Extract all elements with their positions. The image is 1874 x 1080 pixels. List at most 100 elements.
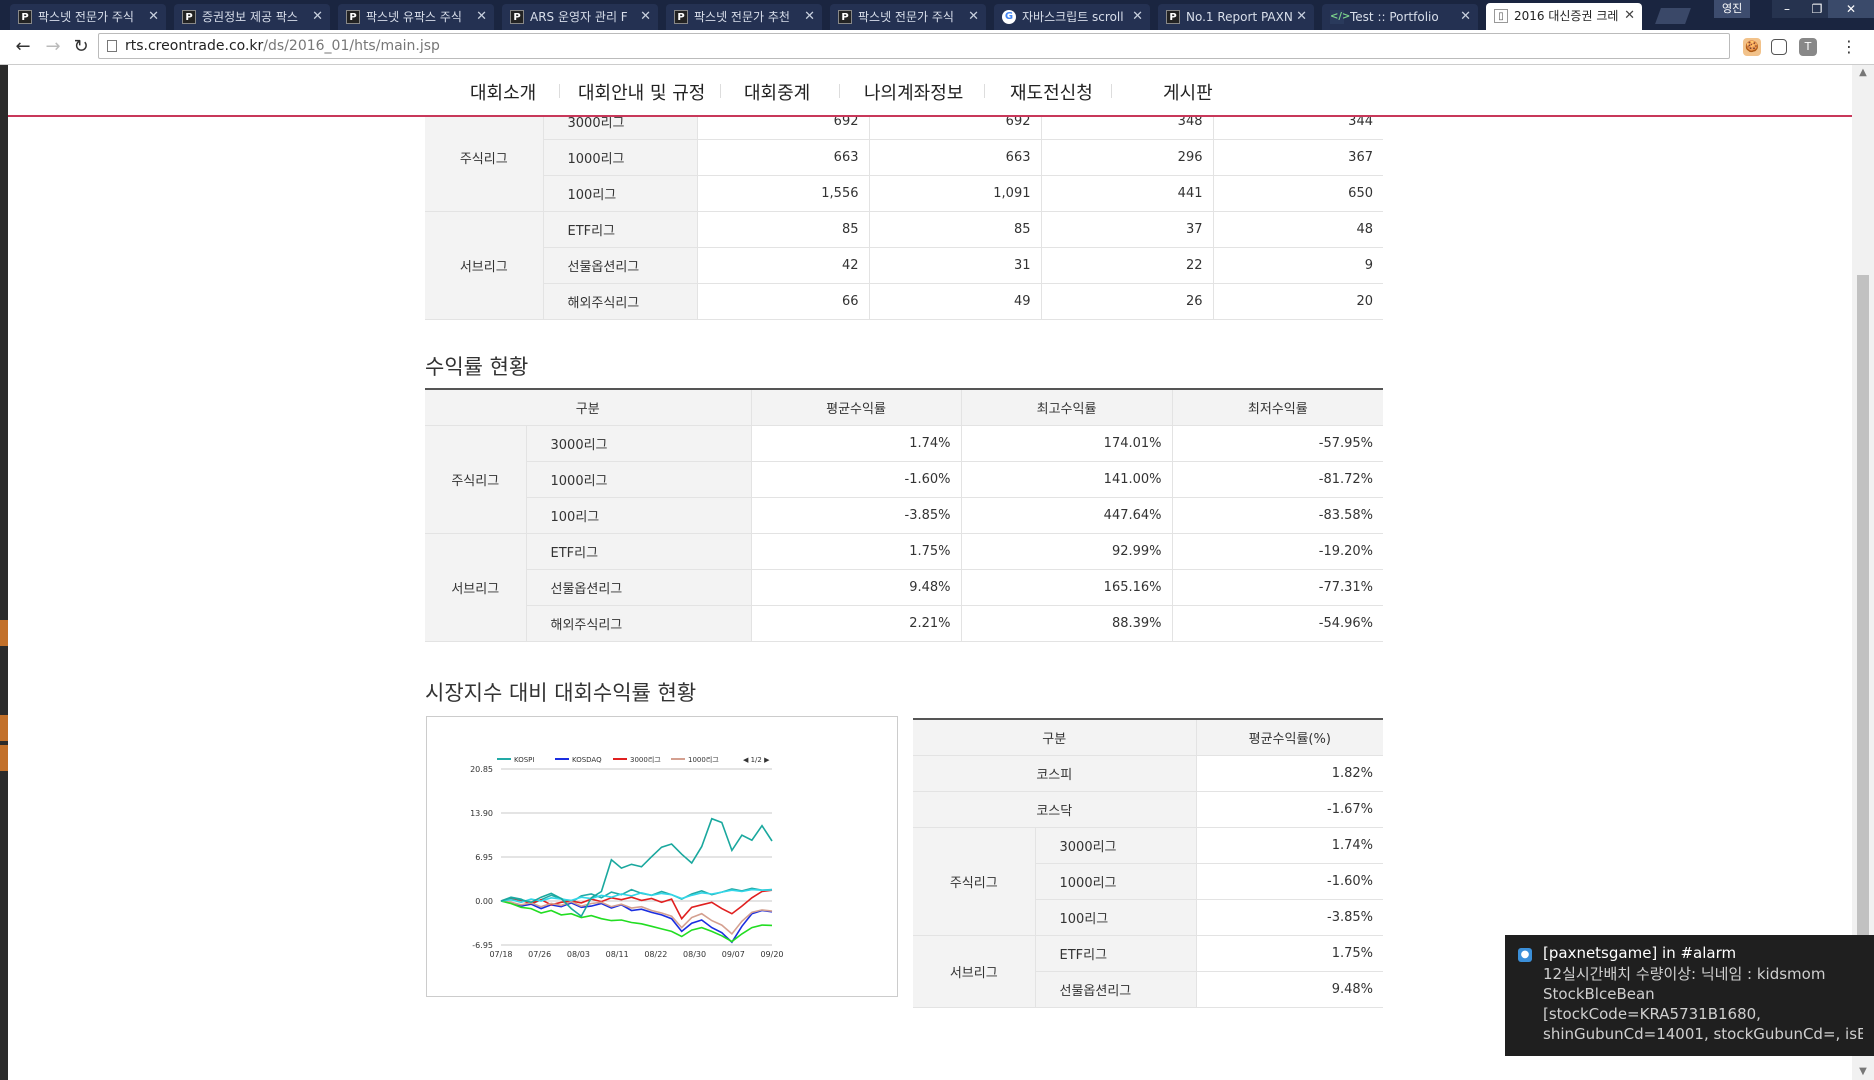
- table-header-row: 구분 평균수익률(%): [913, 718, 1384, 756]
- cell: 22: [1041, 247, 1214, 284]
- tab-close-icon[interactable]: ✕: [148, 4, 159, 30]
- page-icon: [107, 40, 117, 52]
- cell: 441: [1041, 175, 1214, 212]
- browser-tab[interactable]: P 팍스넷 유팍스 주식 ✕: [338, 4, 494, 30]
- cell: -81.72%: [1172, 461, 1384, 498]
- line-chart: 20.85 13.90 6.95 0.00 -6.9507/18 07/26 08/03 08…: [470, 755, 783, 959]
- slack-icon: ●: [1518, 948, 1532, 962]
- nav-my-account[interactable]: 나의계좌정보: [864, 79, 963, 105]
- back-button[interactable]: ←: [12, 36, 34, 58]
- cell: -3.85%: [751, 497, 962, 534]
- profile-extension-icon[interactable]: T: [1799, 38, 1817, 56]
- cell: 88.39%: [961, 605, 1173, 642]
- browser-tab[interactable]: P 증권정보 제공 팍스 ✕: [174, 4, 330, 30]
- browser-tab[interactable]: </> Test :: Portfolio ✕: [1322, 4, 1478, 30]
- tab-favicon-icon: P: [346, 10, 360, 24]
- tab-title: 자바스크립트 scroll: [1022, 10, 1124, 24]
- nav-rechallenge[interactable]: 재도전신청: [1010, 79, 1093, 105]
- y-tick-label: -6.95: [472, 941, 493, 950]
- cell: -1.60%: [1196, 863, 1384, 900]
- tab-favicon-icon: P: [510, 10, 524, 24]
- x-tick-label: 07/18: [489, 950, 512, 959]
- tab-close-icon[interactable]: ✕: [1460, 4, 1471, 30]
- notification-line: shinGubunCd=14001, stockGubunCd=, isE: [1543, 1025, 1863, 1043]
- notification-title: [paxnetsgame] in #alarm: [1543, 944, 1737, 962]
- cell: 85: [697, 211, 870, 248]
- tab-close-icon[interactable]: ✕: [1624, 3, 1635, 29]
- table-row: 1000리그 -1.60% 141.00% -81.72%: [425, 461, 1384, 498]
- tab-favicon-icon: P: [674, 10, 688, 24]
- cell: 1.75%: [1196, 935, 1384, 972]
- tab-title: 2016 대신증권 크레: [1514, 9, 1619, 23]
- table-row: 100리그 1,556 1,091 441 650: [425, 175, 1383, 212]
- browser-tab[interactable]: P 팍스넷 전문가 추천 ✕: [666, 4, 822, 30]
- tab-close-icon[interactable]: ✕: [1296, 4, 1307, 30]
- reload-button[interactable]: ↻: [70, 36, 92, 58]
- legend-label: 3000리그: [630, 755, 661, 764]
- tab-title: No.1 Report PAXN: [1186, 10, 1292, 24]
- x-tick-label: 08/22: [644, 950, 667, 959]
- cell: -57.95%: [1172, 425, 1384, 462]
- cast-extension-icon[interactable]: [1771, 39, 1787, 55]
- page-scrollbar[interactable]: ▲ ▼: [1852, 65, 1874, 1080]
- market-comparison-chart: 20.85 13.90 6.95 0.00 -6.95 07/18 07/26 08/03 08…: [426, 716, 898, 997]
- league-label: 해외주식리그: [543, 283, 698, 320]
- cell: 20: [1213, 283, 1383, 320]
- nav-board[interactable]: 게시판: [1163, 79, 1213, 105]
- cell: 650: [1213, 175, 1383, 212]
- tab-favicon-icon: P: [18, 10, 32, 24]
- group-label: 주식리그: [425, 425, 527, 534]
- browser-tab[interactable]: P 팍스넷 전문가 주식 ✕: [830, 4, 986, 30]
- tab-favicon-icon: G: [1002, 10, 1016, 24]
- league-label: ETF리그: [543, 211, 698, 248]
- cell: 663: [697, 139, 870, 176]
- new-tab-button[interactable]: [1655, 8, 1691, 24]
- tab-close-icon[interactable]: ✕: [312, 4, 323, 30]
- table-row: 1000리그 663 663 296 367: [425, 139, 1383, 176]
- league-label: 선물옵션리그: [1035, 971, 1197, 1008]
- menu-icon[interactable]: ⋮: [1838, 36, 1860, 58]
- window-minimize-button[interactable]: –: [1772, 0, 1802, 18]
- desktop-notification[interactable]: ● [paxnetsgame] in #alarm 12실시간배치 수량이상: …: [1505, 935, 1874, 1056]
- left-window-strip: [0, 65, 8, 1080]
- group-label: 서브리그: [425, 211, 544, 320]
- tab-close-icon[interactable]: ✕: [968, 4, 979, 30]
- cookie-extension-icon[interactable]: 🍪: [1743, 38, 1761, 56]
- league-label: ETF리그: [526, 533, 752, 570]
- table-row: 해외주식리그 66 49 26 20: [425, 283, 1383, 320]
- league-label: 해외주식리그: [526, 605, 752, 642]
- browser-tab[interactable]: G 자바스크립트 scroll ✕: [994, 4, 1150, 30]
- tab-title: 팍스넷 전문가 주식: [38, 10, 134, 24]
- tab-strip: P 팍스넷 전문가 주식 ✕ P 증권정보 제공 팍스 ✕ P 팍스넷 유팍스 주식 ✕ P ARS…: [0, 0, 1874, 30]
- scrollbar-thumb[interactable]: [1857, 275, 1869, 1005]
- cell: 447.64%: [961, 497, 1173, 534]
- x-tick-label: 07/26: [528, 950, 551, 959]
- url-text: rts.creontrade.co.kr/ds/2016_01/hts/main…: [125, 38, 440, 54]
- tab-close-icon[interactable]: ✕: [804, 4, 815, 30]
- league-label: 100리그: [1035, 899, 1197, 936]
- nav-rules[interactable]: 대회안내 및 규정: [578, 79, 705, 105]
- browser-tab[interactable]: P 팍스넷 전문가 주식 ✕: [10, 4, 166, 30]
- table-header-row: 구분 평균수익률 최고수익률 최저수익률: [425, 388, 1384, 426]
- browser-tab[interactable]: ▯ 2016 대신증권 크레 ✕: [1486, 3, 1642, 30]
- tab-close-icon[interactable]: ✕: [1132, 4, 1143, 30]
- cell: 9.48%: [1196, 971, 1384, 1008]
- league-label: 선물옵션리그: [543, 247, 698, 284]
- cell: -3.85%: [1196, 899, 1384, 936]
- nav-broadcast[interactable]: 대회중계: [744, 79, 810, 105]
- browser-tab[interactable]: P ARS 운영자 관리 F ✕: [502, 4, 658, 30]
- notification-line: StockBlceBean: [1543, 985, 1655, 1003]
- tab-close-icon[interactable]: ✕: [476, 4, 487, 30]
- profile-button[interactable]: 영진: [1714, 0, 1751, 18]
- y-tick-label: 13.90: [470, 809, 493, 818]
- cell: 85: [869, 211, 1042, 248]
- window-close-button[interactable]: ✕: [1828, 0, 1874, 18]
- address-bar[interactable]: rts.creontrade.co.kr/ds/2016_01/hts/main…: [98, 33, 1730, 59]
- tab-close-icon[interactable]: ✕: [640, 4, 651, 30]
- nav-intro[interactable]: 대회소개: [470, 79, 536, 105]
- cell: 296: [1041, 139, 1214, 176]
- cell: 26: [1041, 283, 1214, 320]
- league-label: 1000리그: [1035, 863, 1197, 900]
- forward-button[interactable]: →: [42, 36, 64, 58]
- browser-tab[interactable]: P No.1 Report PAXN ✕: [1158, 4, 1314, 30]
